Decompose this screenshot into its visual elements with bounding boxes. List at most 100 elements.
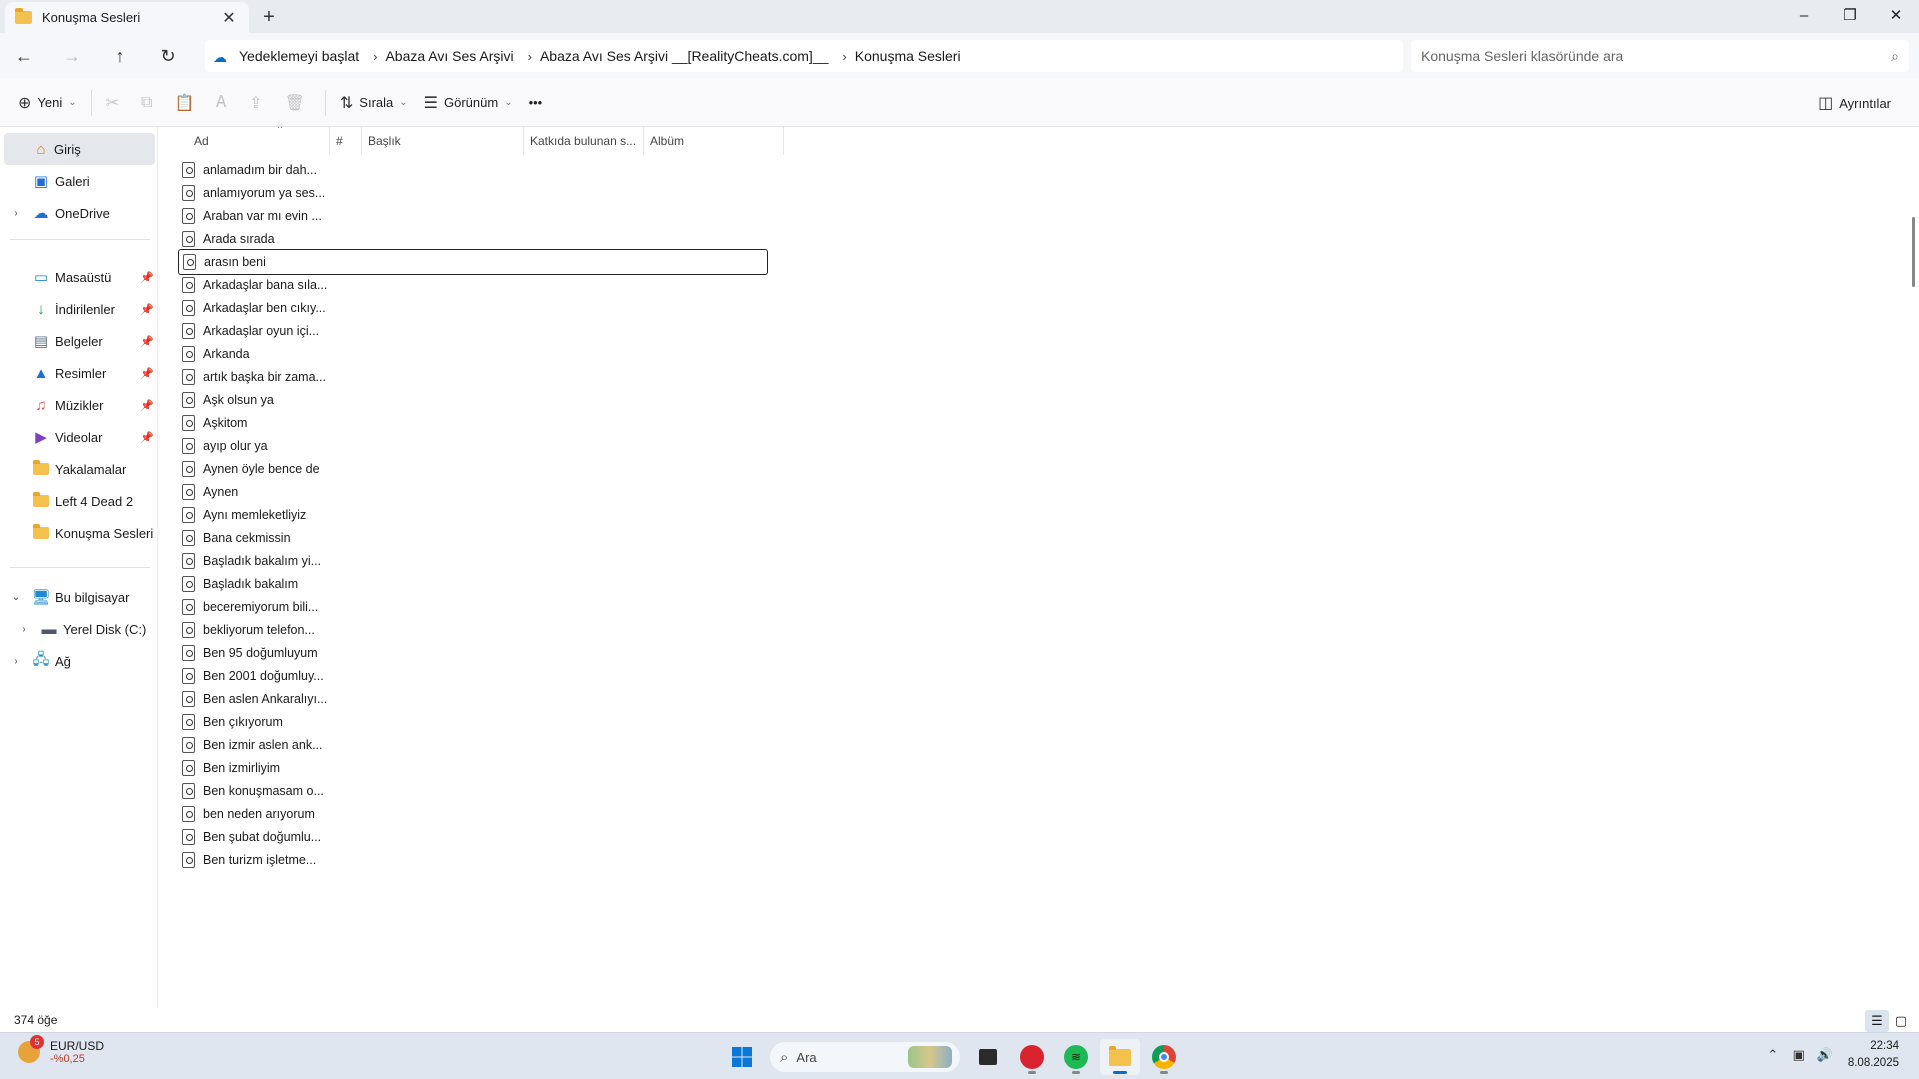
spotify-button[interactable]: ≋ (1056, 1039, 1096, 1075)
view-button[interactable]: ☰ Görünüm ⌄ (416, 85, 521, 121)
search-input[interactable]: Konuşma Sesleri klasöründe ara (1421, 48, 1891, 64)
share-button[interactable]: ⇪ (241, 85, 276, 121)
app-icon-red[interactable] (1012, 1039, 1052, 1075)
delete-button[interactable]: 🗑 (277, 85, 319, 121)
sidebar-item-label: Galeri (55, 173, 90, 189)
search-box[interactable]: Konuşma Sesleri klasöründe ara ⌕ (1411, 40, 1909, 72)
sidebar-item-this-pc[interactable]: ⌄ 🖥 Bu bilgisayar (0, 581, 158, 613)
file-name: beceremiyorum bili... (203, 600, 319, 614)
tiles-view-icon[interactable]: ▢ (1889, 1010, 1913, 1032)
scrollbar-thumb[interactable] (1912, 217, 1915, 287)
breadcrumb-item[interactable]: Abaza Avı Ses Arşivi (385, 48, 513, 64)
file-name: Ben aslen Ankaralıyı... (203, 692, 328, 706)
task-view-button[interactable] (968, 1039, 1008, 1075)
sidebar-item-yakalamalar[interactable]: Yakalamalar (0, 453, 158, 485)
pin-icon[interactable]: 📌 (140, 271, 154, 284)
maximize-button[interactable]: ❐ (1827, 0, 1873, 30)
pin-icon[interactable]: 📌 (140, 431, 154, 444)
sidebar-item-downloads[interactable]: ↓ İndirilenler 📌 (0, 293, 158, 325)
chevron-right-icon[interactable]: › (18, 624, 30, 635)
paste-icon: 📋 (174, 94, 195, 112)
tab-konusma-sesleri[interactable]: Konuşma Sesleri ✕ (5, 2, 249, 33)
network-status-icon[interactable]: ▣ (1786, 1037, 1812, 1073)
sidebar-item-documents[interactable]: ▤ Belgeler 📌 (0, 325, 158, 357)
audio-file-icon (182, 392, 195, 408)
copy-button[interactable]: ⧉ (133, 85, 166, 121)
details-view-icon[interactable]: ☰ (1865, 1010, 1889, 1032)
arrow-right-icon: → (63, 45, 81, 66)
gallery-icon: ▣ (33, 173, 49, 190)
pin-icon[interactable]: 📌 (140, 303, 154, 316)
sidebar-item-gallery[interactable]: ▣ Galeri (0, 165, 158, 197)
pin-icon[interactable]: 📌 (140, 335, 154, 348)
more-options-button[interactable]: ••• (521, 85, 551, 121)
sidebar-item-konusma-sesleri[interactable]: Konuşma Sesleri (0, 517, 158, 549)
chevron-right-icon[interactable]: › (373, 49, 377, 64)
sidebar-item-videos[interactable]: ▶ Videolar 📌 (0, 421, 158, 453)
audio-file-icon (182, 208, 195, 224)
column-header-number[interactable]: # (330, 127, 362, 155)
rename-button[interactable]: Ꭺ (208, 85, 241, 121)
breadcrumb-item[interactable]: Abaza Avı Ses Arşivi __[RealityCheats.co… (540, 48, 828, 64)
sidebar-item-onedrive[interactable]: › ☁ OneDrive (0, 197, 158, 229)
chevron-right-icon[interactable]: › (10, 656, 22, 667)
trash-icon: 🗑 (284, 94, 305, 112)
breadcrumb-item[interactable]: Yedeklemeyi başlat (239, 48, 359, 64)
start-button[interactable] (722, 1039, 762, 1075)
audio-file-icon (182, 346, 195, 362)
address-bar[interactable]: ☁ Yedeklemeyi başlat › Abaza Avı Ses Arş… (205, 40, 1403, 72)
running-indicator (1028, 1071, 1036, 1074)
pin-icon[interactable]: 📌 (140, 367, 154, 380)
column-header-title[interactable]: Başlık (362, 127, 524, 155)
file-explorer-button[interactable] (1100, 1039, 1140, 1075)
file-name: Ben çıkıyorum (203, 715, 283, 729)
new-button[interactable]: ⊕ Yeni ⌄ (10, 85, 85, 121)
refresh-button[interactable]: ↻ (144, 36, 192, 76)
forward-button[interactable]: → (48, 36, 96, 76)
minimize-button[interactable]: – (1781, 0, 1827, 30)
chevron-down-icon[interactable]: ⌄ (10, 592, 22, 603)
column-label: # (336, 134, 343, 148)
sidebar-item-local-disk[interactable]: › ▬ Yerel Disk (C:) (0, 613, 158, 645)
column-label: Başlık (368, 134, 401, 148)
taskbar-search[interactable]: ⌕ Ara (770, 1042, 960, 1072)
vertical-scrollbar[interactable] (1907, 127, 1919, 1007)
paste-button[interactable]: 📋 (166, 85, 208, 121)
sidebar-item-pictures[interactable]: ▲ Resimler 📌 (0, 357, 158, 389)
widgets-button[interactable]: 5 EUR/USD -%0,25 (18, 1035, 104, 1065)
sort-button[interactable]: ⇅ Sırala ⌄ (332, 85, 416, 121)
sidebar-item-left4dead2[interactable]: Left 4 Dead 2 (0, 485, 158, 517)
column-label: Albüm (650, 134, 685, 148)
back-button[interactable]: ← (0, 36, 48, 76)
clock[interactable]: 22:34 8.08.2025 (1848, 1038, 1899, 1072)
column-header-name[interactable]: ^ Ad (188, 127, 330, 155)
chevron-down-icon: ⌄ (504, 97, 513, 108)
breadcrumb-item[interactable]: Konuşma Sesleri (855, 48, 961, 64)
file-row[interactable]: Ben turizm işletme... (178, 847, 768, 873)
sidebar-item-home[interactable]: ⌂ Giriş (4, 133, 155, 165)
details-pane-button[interactable]: ◫ Ayrıntılar (1810, 85, 1899, 121)
volume-icon[interactable]: 🔊 (1812, 1037, 1838, 1073)
close-tab-icon[interactable]: ✕ (219, 8, 239, 28)
up-button[interactable]: ↑ (96, 36, 144, 76)
sidebar-item-desktop[interactable]: ▭ Masaüstü 📌 (0, 261, 158, 293)
column-header-contributor[interactable]: Katkıda bulunan s... (524, 127, 644, 155)
chevron-right-icon[interactable]: › (528, 49, 532, 64)
audio-file-icon (182, 231, 195, 247)
audio-file-icon (182, 576, 195, 592)
title-bar: Konuşma Sesleri ✕ + – ❐ ✕ (0, 0, 1919, 33)
sidebar-item-music[interactable]: ♫ Müzikler 📌 (0, 389, 158, 421)
show-hidden-icons-button[interactable]: ⌃ (1760, 1037, 1786, 1073)
new-tab-button[interactable]: + (249, 2, 289, 33)
search-icon[interactable]: ⌕ (1891, 48, 1899, 65)
chevron-right-icon[interactable]: › (10, 208, 22, 219)
sidebar-item-network[interactable]: › 🖧 Ağ (0, 645, 158, 677)
cut-button[interactable]: ✂ (98, 85, 133, 121)
close-window-button[interactable]: ✕ (1873, 0, 1919, 30)
chrome-button[interactable] (1144, 1039, 1184, 1075)
taskbar-apps: ⌕ Ara ≋ (720, 1039, 1186, 1075)
column-header-album[interactable]: Albüm (644, 127, 784, 155)
pin-icon[interactable]: 📌 (140, 399, 154, 412)
chevron-right-icon[interactable]: › (842, 49, 846, 64)
file-name: Aynen (203, 485, 239, 499)
